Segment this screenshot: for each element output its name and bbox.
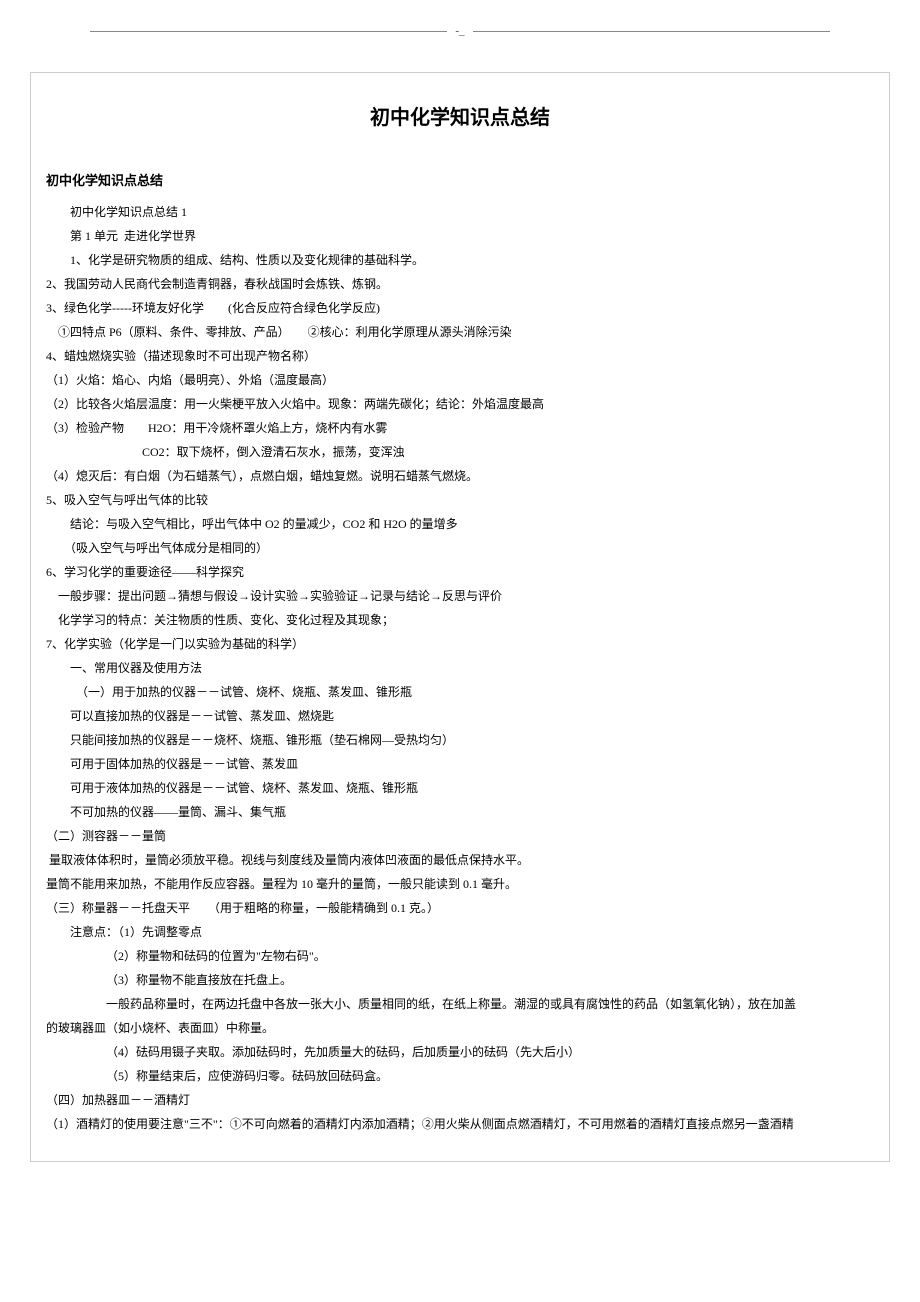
content-line: 6、学习化学的重要途径——科学探究 [46, 560, 874, 584]
page-title: 初中化学知识点总结 [46, 98, 874, 138]
content-line: 初中化学知识点总结 1 [46, 200, 874, 224]
content-line: 一、常用仪器及使用方法 [46, 656, 874, 680]
content-line: 的玻璃器皿（如小烧杯、表面皿）中称量。 [46, 1016, 874, 1040]
content-line: 可用于固体加热的仪器是－－试管、蒸发皿 [46, 752, 874, 776]
content-line: （吸入空气与呼出气体成分是相同的） [46, 536, 874, 560]
content-line: 结论：与吸入空气相比，呼出气体中 O2 的量减少，CO2 和 H2O 的量增多 [46, 512, 874, 536]
content-line: （1）酒精灯的使用要注意"三不"：①不可向燃着的酒精灯内添加酒精；②用火柴从侧面… [46, 1112, 874, 1136]
content-line: （二）测容器－－量筒 [46, 824, 874, 848]
header-dash: -_ [447, 20, 472, 42]
content-line: 只能间接加热的仪器是－－烧杯、烧瓶、锥形瓶（垫石棉网—受热均匀） [46, 728, 874, 752]
document-body: 初中化学知识点总结 初中化学知识点总结 初中化学知识点总结 1第 1 单元 走进… [30, 72, 890, 1162]
header-rule-left [90, 31, 447, 32]
content-line: （一）用于加热的仪器－－试管、烧杯、烧瓶、蒸发皿、锥形瓶 [46, 680, 874, 704]
content-line: 量筒不能用来加热，不能用作反应容器。量程为 10 毫升的量筒，一般只能读到 0.… [46, 872, 874, 896]
content-line: 7、化学实验（化学是一门以实验为基础的科学） [46, 632, 874, 656]
content-line: （2）称量物和砝码的位置为"左物右码"。 [46, 944, 874, 968]
header-rule-right [473, 31, 830, 32]
content-line: （四）加热器皿－－酒精灯 [46, 1088, 874, 1112]
section-subtitle: 初中化学知识点总结 [46, 168, 874, 194]
content-line: （4）砝码用镊子夹取。添加砝码时，先加质量大的砝码，后加质量小的砝码（先大后小） [46, 1040, 874, 1064]
document-header-rule: -_ [30, 20, 890, 42]
content-line: （3）称量物不能直接放在托盘上。 [46, 968, 874, 992]
content-line: 2、我国劳动人民商代会制造青铜器，春秋战国时会炼铁、炼钢。 [46, 272, 874, 296]
content-lines: 初中化学知识点总结 1第 1 单元 走进化学世界1、化学是研究物质的组成、结构、… [46, 200, 874, 1136]
content-line: 注意点：（1）先调整零点 [46, 920, 874, 944]
content-line: ①四特点 P6（原料、条件、零排放、产品） ②核心：利用化学原理从源头消除污染 [46, 320, 874, 344]
content-line: 不可加热的仪器——量筒、漏斗、集气瓶 [46, 800, 874, 824]
content-line: 化学学习的特点：关注物质的性质、变化、变化过程及其现象； [46, 608, 874, 632]
content-line: 3、绿色化学-----环境友好化学 (化合反应符合绿色化学反应) [46, 296, 874, 320]
content-line: 可用于液体加热的仪器是－－试管、烧杯、蒸发皿、烧瓶、锥形瓶 [46, 776, 874, 800]
content-line: 可以直接加热的仪器是－－试管、蒸发皿、燃烧匙 [46, 704, 874, 728]
content-line: 4、蜡烛燃烧实验（描述现象时不可出现产物名称） [46, 344, 874, 368]
content-line: （2）比较各火焰层温度：用一火柴梗平放入火焰中。现象：两端先碳化；结论：外焰温度… [46, 392, 874, 416]
content-line: 5、吸入空气与呼出气体的比较 [46, 488, 874, 512]
content-line: 一般药品称量时，在两边托盘中各放一张大小、质量相同的纸，在纸上称量。潮湿的或具有… [46, 992, 874, 1016]
content-line: （3）检验产物 H2O：用干冷烧杯罩火焰上方，烧杯内有水雾 [46, 416, 874, 440]
content-line: CO2：取下烧杯，倒入澄清石灰水，振荡，变浑浊 [46, 440, 874, 464]
content-line: （三）称量器－－托盘天平 （用于粗略的称量，一般能精确到 0.1 克。） [46, 896, 874, 920]
content-line: （1）火焰：焰心、内焰（最明亮）、外焰（温度最高） [46, 368, 874, 392]
content-line: 1、化学是研究物质的组成、结构、性质以及变化规律的基础科学。 [46, 248, 874, 272]
content-line: （5）称量结束后，应使游码归零。砝码放回砝码盒。 [46, 1064, 874, 1088]
content-line: 一般步骤：提出问题→猜想与假设→设计实验→实验验证→记录与结论→反思与评价 [46, 584, 874, 608]
content-line: 量取液体体积时，量筒必须放平稳。视线与刻度线及量筒内液体凹液面的最低点保持水平。 [46, 848, 874, 872]
content-line: （4）熄灭后：有白烟（为石蜡蒸气），点燃白烟，蜡烛复燃。说明石蜡蒸气燃烧。 [46, 464, 874, 488]
content-line: 第 1 单元 走进化学世界 [46, 224, 874, 248]
